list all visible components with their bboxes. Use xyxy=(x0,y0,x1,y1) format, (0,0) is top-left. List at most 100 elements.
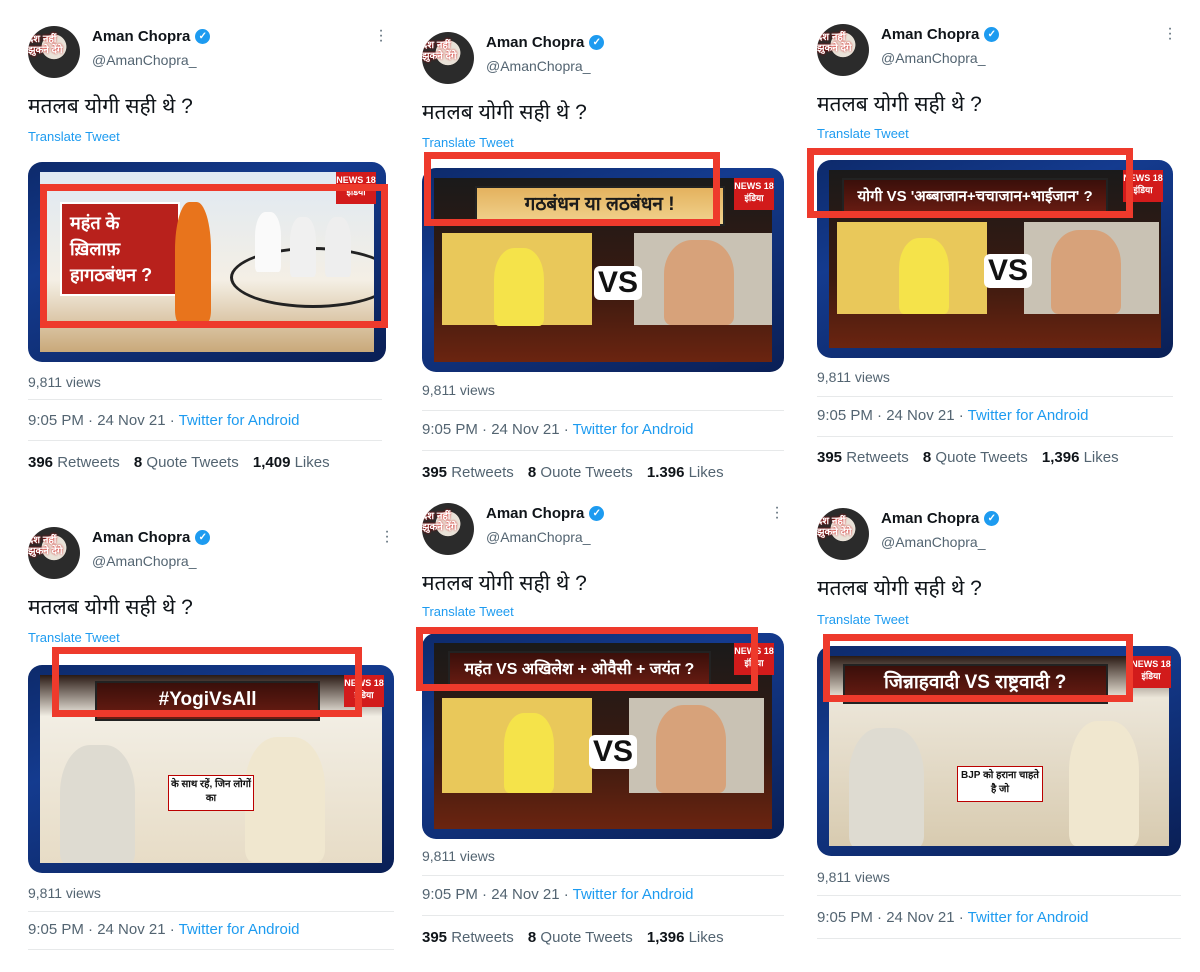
quote-tweets-stat[interactable]: 8 Quote Tweets xyxy=(134,454,239,471)
quote-tweets-stat[interactable]: 8 Quote Tweets xyxy=(528,929,633,946)
tweet-text: मतलब योगी सही थे ? xyxy=(422,101,587,124)
channel-logo: NEWS 18 इंडिया xyxy=(1131,656,1171,688)
likes-stat[interactable]: 1,409 Likes xyxy=(253,454,330,471)
author-name[interactable]: Aman Chopra xyxy=(881,26,979,43)
tweet-card[interactable]: देश नहीं झुकने देंगे Aman Chopra ✓ @AmanC… xyxy=(807,21,1177,484)
author-handle[interactable]: @AmanChopra_ xyxy=(92,553,197,569)
highlight-box xyxy=(416,627,758,691)
highlight-box xyxy=(40,184,388,328)
author-handle[interactable]: @AmanChopra_ xyxy=(486,58,591,74)
translate-tweet-link[interactable]: Translate Tweet xyxy=(28,630,120,645)
avatar[interactable]: देश नहीं झुकने देंगे xyxy=(817,24,869,76)
view-count: 9,811 views xyxy=(28,885,101,901)
author-name[interactable]: Aman Chopra xyxy=(486,505,584,522)
verified-badge-icon: ✓ xyxy=(195,29,211,44)
likes-stat[interactable]: 1,396 Likes xyxy=(647,929,724,946)
likes-stat[interactable]: 1,396 Likes xyxy=(1042,449,1119,466)
source-link[interactable]: Twitter for Android xyxy=(573,886,694,903)
source-link[interactable]: Twitter for Android xyxy=(179,921,300,938)
divider xyxy=(422,450,784,451)
timestamp-text[interactable]: 9:05 PM · 24 Nov 21 · xyxy=(817,407,968,424)
divider xyxy=(28,911,394,912)
verified-badge-icon: ✓ xyxy=(589,506,605,521)
divider xyxy=(817,895,1181,896)
retweets-stat[interactable]: 395 Retweets xyxy=(817,449,909,466)
engagement-stats: 395 Retweets 8 Quote Tweets 1,396 Likes xyxy=(422,929,724,946)
verified-badge-icon: ✓ xyxy=(195,530,211,545)
tweet-card[interactable]: देश नहीं झुकने देंगे Aman Chopra ✓ @AmanC… xyxy=(28,524,394,967)
source-link[interactable]: Twitter for Android xyxy=(573,421,694,438)
tweet-timestamp: 9:05 PM · 24 Nov 21 · Twitter for Androi… xyxy=(28,412,300,429)
timestamp-text[interactable]: 9:05 PM · 24 Nov 21 · xyxy=(817,909,968,926)
tweet-card[interactable]: देश नहीं झुकने देंगे Aman Chopra ✓ @AmanC… xyxy=(422,32,784,492)
verified-badge-icon: ✓ xyxy=(589,35,605,50)
timestamp-text[interactable]: 9:05 PM · 24 Nov 21 · xyxy=(28,921,179,938)
avatar[interactable]: देश नहीं झुकने देंगे xyxy=(28,527,80,579)
engagement-stats: 396 Retweets 8 Quote Tweets 1,409 Likes xyxy=(28,454,330,471)
translate-tweet-link[interactable]: Translate Tweet xyxy=(28,129,120,144)
vs-label: VS xyxy=(594,266,643,300)
likes-stat[interactable]: 1.396 Likes xyxy=(647,464,724,481)
highlight-box xyxy=(424,152,720,226)
vs-label: VS xyxy=(984,254,1033,288)
translate-tweet-link[interactable]: Translate Tweet xyxy=(422,135,514,150)
retweets-stat[interactable]: 396 Retweets xyxy=(28,454,120,471)
divider xyxy=(28,949,394,950)
divider xyxy=(817,396,1173,397)
author-handle[interactable]: @AmanChopra_ xyxy=(881,50,986,66)
view-count: 9,811 views xyxy=(817,869,890,885)
translate-tweet-link[interactable]: Translate Tweet xyxy=(817,126,909,141)
highlight-box xyxy=(52,647,362,717)
retweets-stat[interactable]: 395 Retweets xyxy=(422,929,514,946)
tweet-text: मतलब योगी सही थे ? xyxy=(817,93,982,116)
source-link[interactable]: Twitter for Android xyxy=(968,407,1089,424)
tweet-card[interactable]: देश नहीं झुकने देंगे Aman Chopra ✓ @AmanC… xyxy=(28,23,388,486)
more-options-icon[interactable]: · · · xyxy=(774,500,780,526)
divider xyxy=(28,399,382,400)
timestamp-text[interactable]: 9:05 PM · 24 Nov 21 · xyxy=(422,421,573,438)
avatar[interactable]: देश नहीं झुकने देंगे xyxy=(422,32,474,84)
view-count: 9,811 views xyxy=(422,848,495,864)
author-handle[interactable]: @AmanChopra_ xyxy=(92,52,197,68)
author-name[interactable]: Aman Chopra xyxy=(881,510,979,527)
quote-tweets-stat[interactable]: 8 Ouote Tweets xyxy=(528,464,633,481)
avatar[interactable]: देश नहीं झुकने देंगे xyxy=(422,503,474,555)
tweet-timestamp: 9:05 PM · 24 Nov 21 · Twitter for Androi… xyxy=(28,921,300,938)
media-caption: के साथ रहें, जिन लोगों का xyxy=(168,775,254,811)
translate-tweet-link[interactable]: Translate Tweet xyxy=(817,612,909,627)
divider xyxy=(817,436,1173,437)
view-count: 9,811 views xyxy=(817,369,890,385)
divider xyxy=(817,938,1181,939)
retweets-stat[interactable]: 395 Retweets xyxy=(422,464,514,481)
quote-tweets-stat[interactable]: 8 Quote Tweets xyxy=(923,449,1028,466)
divider xyxy=(422,915,784,916)
more-options-icon[interactable]: · · · xyxy=(384,524,390,550)
divider xyxy=(422,875,784,876)
author-handle[interactable]: @AmanChopra_ xyxy=(881,534,986,550)
timestamp-text[interactable]: 9:05 PM · 24 Nov 21 · xyxy=(28,412,179,429)
tweet-text: मतलब योगी सही थे ? xyxy=(28,95,193,118)
highlight-box xyxy=(807,148,1133,218)
avatar[interactable]: देश नहीं झुकने देंगे xyxy=(28,26,80,78)
verified-badge-icon: ✓ xyxy=(984,27,1000,42)
view-count: 9,811 views xyxy=(28,374,101,390)
tweet-text: मतलब योगी सही थे ? xyxy=(817,577,982,600)
author-handle[interactable]: @AmanChopra_ xyxy=(486,529,591,545)
translate-tweet-link[interactable]: Translate Tweet xyxy=(422,604,514,619)
author-name[interactable]: Aman Chopra xyxy=(92,28,190,45)
view-count: 9,811 views xyxy=(422,382,495,398)
avatar[interactable]: देश नहीं झुकने देंगे xyxy=(817,508,869,560)
divider xyxy=(28,440,382,441)
timestamp-text[interactable]: 9:05 PM · 24 Nov 21 · xyxy=(422,886,573,903)
source-link[interactable]: Twitter for Android xyxy=(179,412,300,429)
tweet-card[interactable]: देश नहीं झुकने देंगे Aman Chopra ✓ @AmanC… xyxy=(817,508,1181,963)
source-link[interactable]: Twitter for Android xyxy=(968,909,1089,926)
tweet-timestamp: 9:05 PM · 24 Nov 21 · Twitter for Androi… xyxy=(817,909,1089,926)
author-name[interactable]: Aman Chopra xyxy=(486,34,584,51)
divider xyxy=(422,410,784,411)
author-name[interactable]: Aman Chopra xyxy=(92,529,190,546)
more-options-icon[interactable]: · · · xyxy=(1167,21,1173,47)
tweet-card[interactable]: देश नहीं झुकने देंगे Aman Chopra ✓ @AmanC… xyxy=(416,500,784,963)
more-options-icon[interactable]: · · · xyxy=(378,23,384,49)
tweet-timestamp: 9:05 PM · 24 Nov 21 · Twitter for Androi… xyxy=(422,421,694,438)
